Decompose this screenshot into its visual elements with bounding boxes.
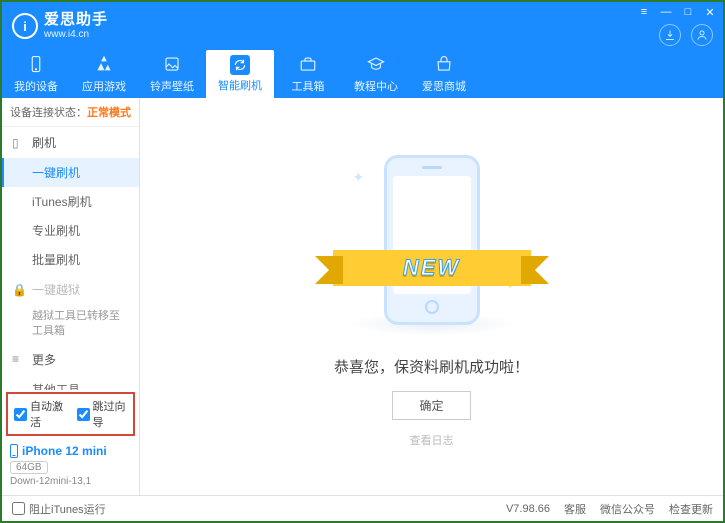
more-icon: ≡ xyxy=(12,352,26,366)
section-title: 一键越狱 xyxy=(32,281,80,298)
wechat-link[interactable]: 微信公众号 xyxy=(600,501,655,517)
capacity-badge: 64GB xyxy=(10,461,48,474)
toolbox-icon xyxy=(299,55,317,76)
nav-label: 应用游戏 xyxy=(82,78,126,94)
new-ribbon: NEW xyxy=(333,250,531,286)
phone-icon xyxy=(27,55,45,76)
sidebar-item-batch[interactable]: 批量刷机 xyxy=(2,245,139,274)
user-button[interactable] xyxy=(691,24,713,46)
header-actions xyxy=(659,24,713,46)
nav-apps[interactable]: 应用游戏 xyxy=(70,50,138,98)
maximize-icon[interactable]: □ xyxy=(681,6,695,18)
close-icon[interactable]: ✕ xyxy=(703,6,717,18)
device-sub: Down-12mini-13,1 xyxy=(10,476,131,487)
header: i 爱思助手 www.i4.cn ≡ — □ ✕ xyxy=(2,2,723,98)
device-block[interactable]: iPhone 12 mini 64GB Down-12mini-13,1 xyxy=(2,438,139,495)
nav-label: 爱思商城 xyxy=(422,78,466,94)
sidebar: 设备连接状态：正常模式 ▯ 刷机 一键刷机 iTunes刷机 专业刷机 批量刷机… xyxy=(2,98,140,495)
sidebar-item-othertools[interactable]: 其他工具 xyxy=(2,375,139,390)
checkbox-label: 阻止iTunes运行 xyxy=(29,501,106,517)
ok-button[interactable]: 确定 xyxy=(392,391,470,420)
section-title: 更多 xyxy=(32,351,56,368)
auto-activate-checkbox[interactable]: 自动激活 xyxy=(14,398,65,430)
titlebar: i 爱思助手 www.i4.cn ≡ — □ ✕ xyxy=(2,2,723,50)
logo-icon: i xyxy=(12,13,38,39)
ribbon-text: NEW xyxy=(403,255,460,281)
nav-tutorials[interactable]: 教程中心 xyxy=(342,50,410,98)
phone-icon: ▯ xyxy=(12,136,26,150)
navbar: 我的设备 应用游戏 铃声壁纸 智能刷机 工具箱 教程中心 xyxy=(2,50,723,98)
sidebar-item-itunes[interactable]: iTunes刷机 xyxy=(2,187,139,216)
nav-label: 工具箱 xyxy=(292,78,325,94)
nav-my-device[interactable]: 我的设备 xyxy=(2,50,70,98)
download-button[interactable] xyxy=(659,24,681,46)
nav-label: 铃声壁纸 xyxy=(150,78,194,94)
menu-icon[interactable]: ≡ xyxy=(637,6,651,18)
brand-text: 爱思助手 www.i4.cn xyxy=(44,12,108,40)
minimize-icon[interactable]: — xyxy=(659,6,673,18)
nav-store[interactable]: 爱思商城 xyxy=(410,50,478,98)
app-window: i 爱思助手 www.i4.cn ≡ — □ ✕ xyxy=(0,0,725,523)
device-row: iPhone 12 mini xyxy=(10,444,131,458)
section-more[interactable]: ≡ 更多 xyxy=(2,344,139,375)
checkbox-label: 自动激活 xyxy=(30,398,65,430)
brand-name: 爱思助手 xyxy=(44,12,108,29)
sidebar-item-oneclick[interactable]: 一键刷机 xyxy=(2,158,139,187)
nav-label: 智能刷机 xyxy=(218,77,262,93)
connection-label: 设备连接状态： xyxy=(10,107,87,119)
version-label: V7.98.66 xyxy=(506,503,550,515)
checkbox-panel: 自动激活 跳过向导 xyxy=(6,392,135,436)
success-message: 恭喜您，保资料刷机成功啦！ xyxy=(334,356,529,377)
nav-smart-flash[interactable]: 智能刷机 xyxy=(206,50,274,98)
connection-status: 设备连接状态：正常模式 xyxy=(2,98,139,127)
brand-url: www.i4.cn xyxy=(44,29,108,40)
jailbreak-note: 越狱工具已转移至工具箱 xyxy=(32,309,129,340)
section-title: 刷机 xyxy=(32,134,56,151)
logo-letter: i xyxy=(23,19,27,34)
section-jailbreak[interactable]: 🔒 一键越狱 xyxy=(2,274,139,305)
success-illustration: ✦ ✦ NEW xyxy=(367,155,497,330)
section-flash[interactable]: ▯ 刷机 xyxy=(2,127,139,158)
skip-guide-checkbox[interactable]: 跳过向导 xyxy=(77,398,128,430)
device-name: iPhone 12 mini xyxy=(22,444,107,458)
window-controls: ≡ — □ ✕ xyxy=(637,6,717,18)
nav-label: 我的设备 xyxy=(14,78,58,94)
refresh-icon xyxy=(230,55,250,75)
nav-label: 教程中心 xyxy=(354,78,398,94)
connection-value: 正常模式 xyxy=(87,107,131,119)
statusbar: 阻止iTunes运行 V7.98.66 客服 微信公众号 检查更新 xyxy=(2,495,723,521)
sidebar-item-pro[interactable]: 专业刷机 xyxy=(2,216,139,245)
nav-ringtones[interactable]: 铃声壁纸 xyxy=(138,50,206,98)
lock-icon: 🔒 xyxy=(12,283,26,297)
apps-icon xyxy=(95,55,113,76)
wallpaper-icon xyxy=(163,55,181,76)
graduation-icon xyxy=(367,55,385,76)
phone-icon xyxy=(10,444,18,458)
checkbox-label: 跳过向导 xyxy=(93,398,128,430)
sidebar-list: ▯ 刷机 一键刷机 iTunes刷机 专业刷机 批量刷机 🔒 一键越狱 越狱工具… xyxy=(2,127,139,390)
block-itunes-checkbox[interactable]: 阻止iTunes运行 xyxy=(12,501,106,517)
main-content: ✦ ✦ NEW 恭喜您，保资料刷机成功啦！ 确定 查看日志 xyxy=(140,98,723,495)
update-link[interactable]: 检查更新 xyxy=(669,501,713,517)
view-log-link[interactable]: 查看日志 xyxy=(410,432,454,448)
service-link[interactable]: 客服 xyxy=(564,501,586,517)
nav-toolbox[interactable]: 工具箱 xyxy=(274,50,342,98)
body: 设备连接状态：正常模式 ▯ 刷机 一键刷机 iTunes刷机 专业刷机 批量刷机… xyxy=(2,98,723,495)
store-icon xyxy=(435,55,453,76)
sparkle-icon: ✦ xyxy=(353,169,365,186)
